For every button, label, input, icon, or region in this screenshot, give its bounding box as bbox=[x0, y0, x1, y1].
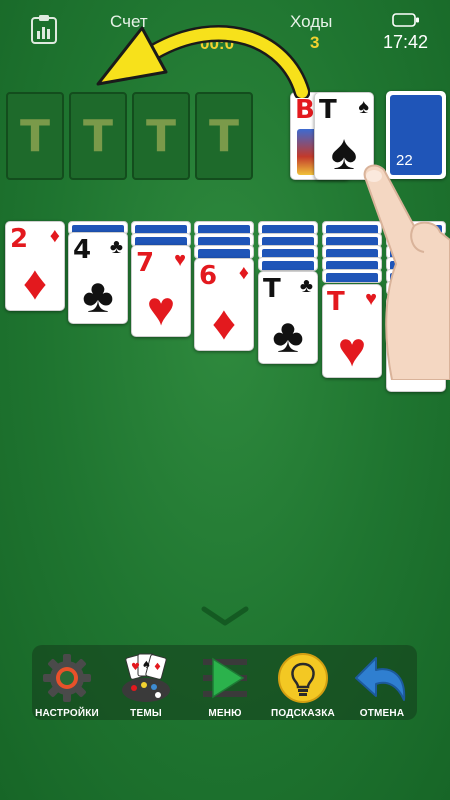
diamond-icon: ♦ bbox=[49, 225, 60, 247]
themes-button[interactable]: ♥ ♠ ♦ ТЕМЫ bbox=[107, 652, 185, 719]
hint-label: ПОДСКАЗКА bbox=[271, 708, 335, 719]
card-rank: 4 bbox=[73, 235, 92, 265]
club-icon: ♣ bbox=[82, 270, 114, 323]
tableau-card[interactable]: 6 ♦ ♦ bbox=[194, 258, 254, 351]
club-icon: ♣ bbox=[272, 310, 304, 363]
card-rank: 6 bbox=[199, 261, 218, 291]
svg-text:♦: ♦ bbox=[153, 662, 162, 673]
palette-cards-icon: ♥ ♠ ♦ bbox=[122, 653, 170, 702]
tableau-card[interactable]: 4 ♣ ♣ bbox=[68, 232, 128, 324]
moves-value: 3 bbox=[310, 33, 320, 52]
heart-icon: ♥ bbox=[146, 283, 176, 336]
heart-icon: ♥ bbox=[174, 249, 186, 271]
settings-button[interactable]: НАСТРОЙКИ bbox=[28, 652, 106, 719]
hint-button[interactable]: ПОДСКАЗКА bbox=[264, 652, 342, 719]
curved-arrow-icon bbox=[96, 24, 310, 98]
foundation-pile-2[interactable]: T bbox=[69, 92, 127, 180]
face-down-card bbox=[194, 245, 254, 259]
card-rank: T bbox=[263, 274, 281, 304]
card-rank: 7 bbox=[136, 248, 155, 278]
foundation-pile-4[interactable]: T bbox=[195, 92, 253, 180]
card-rank: T bbox=[327, 287, 345, 317]
stats-button[interactable] bbox=[30, 14, 58, 44]
foundation-pile-3[interactable]: T bbox=[132, 92, 190, 180]
svg-text:♠: ♠ bbox=[142, 660, 151, 671]
tableau-card[interactable]: 7 ♥ ♥ bbox=[131, 245, 191, 337]
svg-text:♥: ♥ bbox=[131, 662, 140, 673]
menu-label: МЕНЮ bbox=[208, 708, 242, 719]
tableau-card[interactable]: T ♣ ♣ bbox=[258, 271, 318, 364]
settings-label: НАСТРОЙКИ bbox=[35, 708, 99, 719]
menu-button[interactable]: МЕНЮ bbox=[186, 652, 264, 719]
club-icon: ♣ bbox=[299, 275, 313, 297]
undo-label: ОТМЕНА bbox=[359, 708, 405, 719]
foundation-label: T bbox=[19, 110, 50, 162]
foundation-label: T bbox=[145, 110, 176, 162]
tableau-card[interactable]: 2 ♦ ♦ bbox=[5, 221, 65, 311]
spade-icon: ♠ bbox=[358, 96, 369, 118]
undo-arrow-icon bbox=[355, 657, 406, 701]
chevron-down-icon[interactable] bbox=[200, 605, 250, 627]
card-rank: 2 bbox=[10, 224, 29, 254]
lightbulb-icon bbox=[278, 653, 328, 703]
pointing-hand-icon bbox=[363, 164, 450, 380]
diamond-icon: ♦ bbox=[238, 262, 249, 284]
foundation-pile-1[interactable]: T bbox=[6, 92, 64, 180]
battery-icon bbox=[392, 12, 420, 33]
gear-icon bbox=[43, 654, 91, 702]
diamond-icon: ♦ bbox=[22, 257, 48, 310]
undo-button[interactable]: ОТМЕНА bbox=[343, 652, 421, 719]
club-icon: ♣ bbox=[109, 236, 123, 258]
card-rank: T bbox=[319, 95, 337, 125]
face-down-card bbox=[258, 257, 318, 271]
clipboard-chart-icon bbox=[31, 15, 57, 44]
play-menu-icon bbox=[203, 657, 247, 699]
card-rank: В bbox=[295, 95, 315, 125]
foundation-label: T bbox=[82, 110, 113, 162]
foundation-label: T bbox=[208, 110, 239, 162]
clock: 17:42 bbox=[383, 32, 429, 52]
diamond-icon: ♦ bbox=[211, 297, 237, 350]
themes-label: ТЕМЫ bbox=[130, 708, 162, 719]
